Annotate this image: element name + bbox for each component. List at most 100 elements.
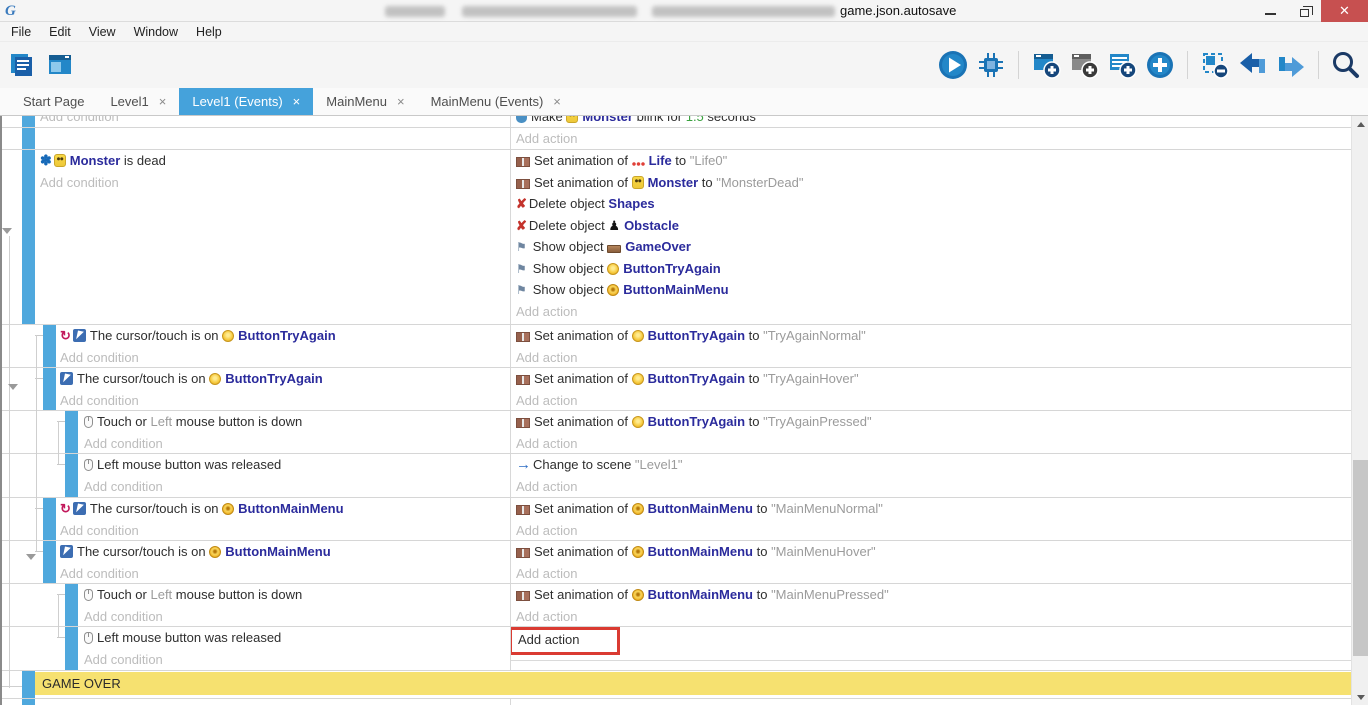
action-row[interactable]: Set animation of Monster to "MonsterDead… — [516, 172, 1368, 194]
search-icon[interactable] — [1330, 49, 1362, 81]
editor-window-icon[interactable] — [44, 49, 76, 81]
event-selection-bar[interactable] — [22, 150, 35, 324]
collapse-chevron-icon[interactable] — [8, 384, 18, 390]
add-condition-button[interactable]: Add condition — [40, 116, 510, 127]
condition-row[interactable]: The cursor/touch is on ButtonTryAgain — [60, 368, 510, 390]
action-row[interactable]: Set animation of ButtonTryAgain to "TryA… — [516, 368, 1368, 390]
add-external-events-icon[interactable] — [1068, 49, 1100, 81]
menu-item-help[interactable]: Help — [187, 22, 231, 42]
tab-close-icon[interactable]: × — [553, 95, 561, 108]
collapse-chevron-icon[interactable] — [26, 554, 36, 560]
preview-play-icon[interactable] — [937, 49, 969, 81]
condition-row[interactable]: The cursor/touch is on ButtonTryAgain — [60, 325, 510, 347]
add-condition-button[interactable]: Add condition — [84, 476, 510, 498]
menu-item-file[interactable]: File — [2, 22, 40, 42]
add-action-button[interactable]: Add action — [516, 563, 1368, 584]
event-partial-top-actions: Add action — [0, 128, 1368, 150]
collapse-chevron-icon[interactable] — [2, 228, 12, 234]
action-row[interactable]: Change to scene "Level1" — [516, 454, 1368, 476]
scroll-up-button[interactable] — [1352, 116, 1368, 132]
text-segment: Add action — [516, 479, 577, 494]
action-row[interactable]: Set animation of ButtonMainMenu to "Main… — [516, 498, 1368, 520]
add-condition-button[interactable]: Add condition — [40, 172, 510, 194]
vertical-scrollbar[interactable] — [1351, 116, 1368, 705]
add-action-button[interactable]: Add action — [516, 347, 1368, 368]
close-button[interactable]: ✕ — [1321, 0, 1368, 22]
action-row[interactable]: Set animation of ButtonMainMenu to "Main… — [516, 584, 1368, 606]
add-action-button[interactable]: Add action — [516, 606, 1368, 627]
project-documents-icon[interactable] — [6, 49, 38, 81]
add-condition-button[interactable]: Add condition — [60, 347, 510, 368]
action-row[interactable]: Delete object Shapes — [516, 193, 1368, 215]
add-external-layout-icon[interactable] — [1106, 49, 1138, 81]
add-condition-button[interactable]: Add condition — [84, 649, 510, 671]
event-selection-bar[interactable] — [22, 128, 35, 149]
action-row[interactable]: Set animation of ButtonTryAgain to "TryA… — [516, 325, 1368, 347]
text-segment: Show object — [533, 261, 607, 276]
add-condition-button[interactable]: Add condition — [60, 520, 510, 541]
action-row[interactable]: Show object ButtonMainMenu — [516, 279, 1368, 301]
condition-row[interactable]: Touch or Left mouse button is down — [84, 411, 510, 433]
condition-row[interactable]: Left mouse button was released — [84, 454, 510, 476]
add-scene-icon[interactable] — [1030, 49, 1062, 81]
menu-item-edit[interactable]: Edit — [40, 22, 80, 42]
highlighted-add-action[interactable]: Add action — [511, 627, 620, 655]
redo-icon[interactable] — [1275, 49, 1307, 81]
event-selection-bar[interactable] — [65, 411, 78, 453]
tab-close-icon[interactable]: × — [293, 95, 301, 108]
scrollbar-thumb[interactable] — [1353, 460, 1368, 656]
comment-event[interactable]: GAME OVER — [35, 672, 1362, 695]
text-segment: ButtonMainMenu — [623, 282, 728, 297]
scroll-down-button[interactable] — [1352, 689, 1368, 705]
add-new-icon[interactable] — [1144, 49, 1176, 81]
add-action-button[interactable]: Add action — [516, 476, 1368, 498]
undo-icon[interactable] — [1237, 49, 1269, 81]
event-selection-bar[interactable] — [43, 541, 56, 583]
restore-button[interactable] — [1287, 0, 1321, 22]
tab-level1-events-[interactable]: Level1 (Events)× — [179, 88, 313, 115]
event-selection-bar[interactable] — [43, 325, 56, 367]
add-condition-button[interactable]: Add condition — [84, 433, 510, 454]
event-selection-bar[interactable] — [65, 627, 78, 670]
add-condition-button[interactable]: Add condition — [84, 606, 510, 627]
event-selection-bar[interactable] — [43, 368, 56, 410]
menu-item-view[interactable]: View — [80, 22, 125, 42]
debugger-icon[interactable] — [975, 49, 1007, 81]
action-row[interactable]: Set animation of ButtonTryAgain to "TryA… — [516, 411, 1368, 433]
add-action-button[interactable]: Add action — [516, 520, 1368, 541]
add-action-button[interactable]: Add action — [516, 390, 1368, 411]
menu-item-window[interactable]: Window — [125, 22, 187, 42]
event-selection-bar[interactable] — [65, 584, 78, 626]
event-selection-bar[interactable] — [22, 671, 35, 698]
add-action-button[interactable]: Add action — [516, 128, 1368, 149]
minimize-button[interactable] — [1253, 0, 1287, 22]
condition-row[interactable]: Touch or Left mouse button is down — [84, 584, 510, 606]
event-selection-bar[interactable] — [22, 116, 35, 127]
event-selection-bar[interactable] — [65, 454, 78, 497]
event-selection-bar[interactable] — [22, 699, 35, 705]
add-condition-button[interactable]: Add condition — [60, 390, 510, 411]
condition-row[interactable]: The cursor/touch is on ButtonMainMenu — [60, 498, 510, 520]
condition-row[interactable]: Left mouse button was released — [84, 627, 510, 649]
condition-row[interactable]: Monster is dead — [40, 150, 510, 172]
action-row[interactable]: Make Monster blink for 1.5 seconds — [516, 116, 1368, 127]
action-row[interactable]: Add action — [516, 627, 1368, 649]
event-conditions: The cursor/touch is on ButtonMainMenuAdd… — [0, 541, 511, 583]
add-action-button[interactable]: Add action — [516, 433, 1368, 454]
remove-selection-icon[interactable] — [1199, 49, 1231, 81]
tab-level1[interactable]: Level1× — [97, 88, 179, 115]
action-row[interactable]: Show object GameOver — [516, 236, 1368, 258]
condition-row[interactable]: The cursor/touch is on ButtonMainMenu — [60, 541, 510, 563]
add-condition-button[interactable]: Add condition — [60, 563, 510, 584]
action-row[interactable]: Delete object Obstacle — [516, 215, 1368, 237]
event-selection-bar[interactable] — [43, 498, 56, 540]
action-row[interactable]: Set animation of ButtonMainMenu to "Main… — [516, 541, 1368, 563]
action-row[interactable]: Set animation of Life to "Life0" — [516, 150, 1368, 172]
tab-start-page[interactable]: Start Page — [10, 88, 97, 115]
action-row[interactable]: Show object ButtonTryAgain — [516, 258, 1368, 280]
tab-close-icon[interactable]: × — [397, 95, 405, 108]
tab-close-icon[interactable]: × — [159, 95, 167, 108]
add-action-button[interactable]: Add action — [516, 301, 1368, 323]
tab-mainmenu[interactable]: MainMenu× — [313, 88, 417, 115]
tab-mainmenu-events-[interactable]: MainMenu (Events)× — [418, 88, 574, 115]
